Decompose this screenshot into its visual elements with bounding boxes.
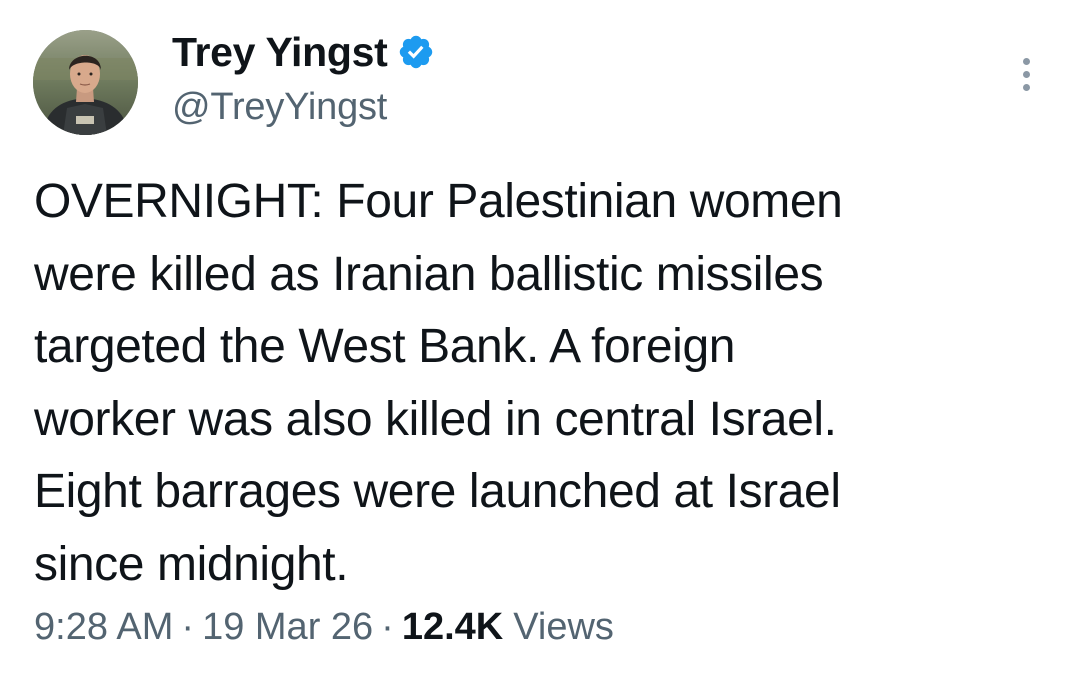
author-display-name[interactable]: Trey Yingst bbox=[172, 29, 388, 76]
tweet-text: OVERNIGHT: Four Palestinian women were k… bbox=[34, 175, 843, 591]
tweet-date[interactable]: 19 Mar 26 bbox=[202, 606, 373, 649]
tweet-card: Trey Yingst @TreyYingst OVERNIGHT: Four … bbox=[0, 0, 1079, 679]
views-label[interactable]: Views bbox=[513, 606, 614, 649]
meta-separator: · bbox=[181, 606, 195, 648]
avatar[interactable] bbox=[33, 30, 138, 135]
author-name-row: Trey Yingst bbox=[172, 24, 435, 80]
more-dot bbox=[1022, 83, 1030, 91]
more-dot bbox=[1022, 70, 1030, 78]
author-handle[interactable]: @TreyYingst bbox=[172, 86, 387, 129]
avatar-photo bbox=[33, 30, 138, 135]
more-options-icon[interactable] bbox=[1006, 50, 1046, 98]
more-dot bbox=[1022, 57, 1030, 65]
verified-badge-icon bbox=[397, 33, 435, 71]
tweet-meta: 9:28 AM · 19 Mar 26 · 12.4K Views bbox=[34, 606, 614, 649]
views-count[interactable]: 12.4K bbox=[402, 606, 503, 649]
tweet-time[interactable]: 9:28 AM bbox=[34, 606, 173, 649]
meta-separator: · bbox=[381, 606, 394, 648]
